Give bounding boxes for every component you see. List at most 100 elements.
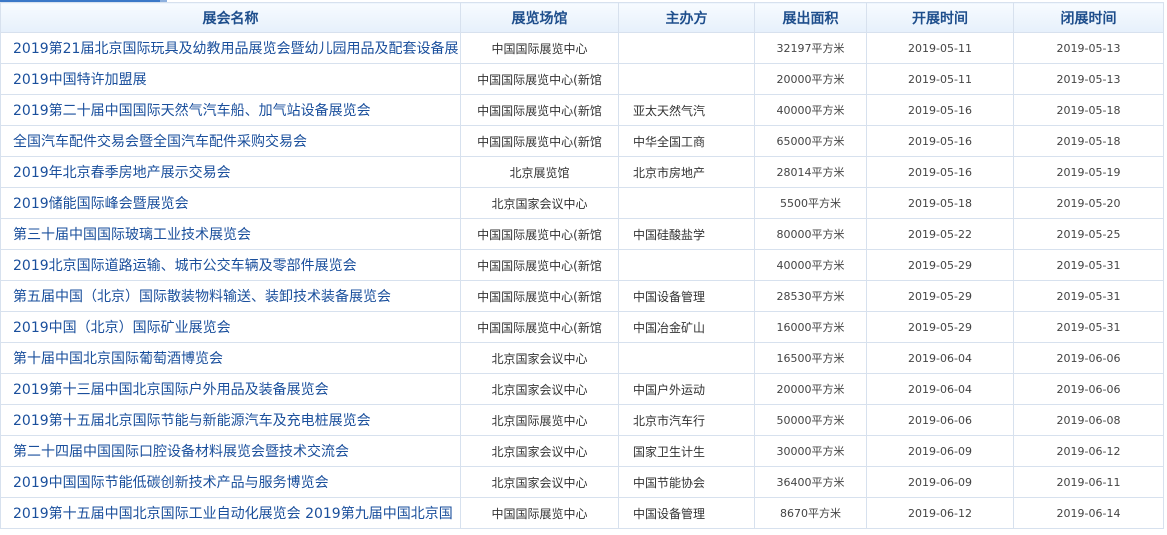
area-cell: 40000平方米 [754,249,867,281]
table-row: 2019第二十届中国国际天然气汽车船、加气站设备展览会 中国国际展览中心(新馆 亚太… [0,94,1164,126]
end-date-cell: 2019-05-25 [1013,218,1164,250]
table-row: 第五届中国（北京）国际散装物料输送、装卸技术装备展览会 中国国际展览中心(新馆 中国… [0,280,1164,312]
venue-cell: 中国国际展览中心(新馆 [460,63,619,95]
end-date-cell: 2019-06-06 [1013,373,1164,405]
table-row: 2019中国特许加盟展 中国国际展览中心(新馆 20000平方米 2019-05-11… [0,63,1164,95]
table-row: 第三十届中国国际玻璃工业技术展览会 中国国际展览中心(新馆 中国硅酸盐学 80000平… [0,218,1164,250]
header-organizer: 主办方 [618,2,755,33]
start-date-cell: 2019-06-04 [866,373,1014,405]
exhibition-name-link[interactable]: 2019第十五届北京国际节能与新能源汽车及充电桩展览会 [0,404,461,436]
exhibition-name-link[interactable]: 第五届中国（北京）国际散装物料输送、装卸技术装备展览会 [0,280,461,312]
organizer-cell: 中国设备管理 [618,497,755,529]
venue-cell: 中国国际展览中心 [460,497,619,529]
venue-cell: 北京国家会议中心 [460,466,619,498]
end-date-cell: 2019-06-12 [1013,435,1164,467]
organizer-cell: 中华全国工商 [618,125,755,157]
table-row: 2019第十五届北京国际节能与新能源汽车及充电桩展览会 北京国际展览中心 北京市汽车… [0,404,1164,436]
table-row: 2019第十三届中国北京国际户外用品及装备展览会 北京国家会议中心 中国户外运动 20… [0,373,1164,405]
organizer-cell: 中国节能协会 [618,466,755,498]
end-date-cell: 2019-06-06 [1013,342,1164,374]
table-row: 2019年北京春季房地产展示交易会 北京展览馆 北京市房地产 28014平方米 2019… [0,156,1164,188]
organizer-cell [618,63,755,95]
area-cell: 16000平方米 [754,311,867,343]
table-body: 2019第21届北京国际玩具及幼教用品展览会暨幼儿园用品及配套设备展 中国国际展览… [0,32,1164,529]
exhibition-name-link[interactable]: 2019中国（北京）国际矿业展览会 [0,311,461,343]
table-row: 2019中国（北京）国际矿业展览会 中国国际展览中心(新馆 中国冶金矿山 16000平… [0,311,1164,343]
start-date-cell: 2019-06-09 [866,466,1014,498]
organizer-cell: 中国冶金矿山 [618,311,755,343]
venue-cell: 北京国际展览中心 [460,404,619,436]
start-date-cell: 2019-06-04 [866,342,1014,374]
area-cell: 30000平方米 [754,435,867,467]
header-end-date: 闭展时间 [1013,2,1164,33]
header-venue: 展览场馆 [460,2,619,33]
end-date-cell: 2019-06-11 [1013,466,1164,498]
start-date-cell: 2019-05-22 [866,218,1014,250]
exhibition-name-link[interactable]: 2019第21届北京国际玩具及幼教用品展览会暨幼儿园用品及配套设备展 [0,32,461,64]
area-cell: 16500平方米 [754,342,867,374]
venue-cell: 北京展览馆 [460,156,619,188]
area-cell: 28014平方米 [754,156,867,188]
exhibition-name-link[interactable]: 2019中国特许加盟展 [0,63,461,95]
table-row: 2019中国国际节能低碳创新技术产品与服务博览会 北京国家会议中心 中国节能协会 36… [0,466,1164,498]
table-row: 第十届中国北京国际葡萄酒博览会 北京国家会议中心 16500平方米 2019-06-0… [0,342,1164,374]
exhibition-name-link[interactable]: 第十届中国北京国际葡萄酒博览会 [0,342,461,374]
venue-cell: 中国国际展览中心 [460,32,619,64]
exhibition-name-link[interactable]: 2019中国国际节能低碳创新技术产品与服务博览会 [0,466,461,498]
organizer-cell: 中国硅酸盐学 [618,218,755,250]
end-date-cell: 2019-05-31 [1013,280,1164,312]
header-row: 展会名称 展览场馆 主办方 展出面积 开展时间 闭展时间 [0,2,1164,33]
area-cell: 65000平方米 [754,125,867,157]
end-date-cell: 2019-05-13 [1013,63,1164,95]
area-cell: 50000平方米 [754,404,867,436]
table-header: 展会名称 展览场馆 主办方 展出面积 开展时间 闭展时间 [0,2,1164,33]
organizer-cell [618,249,755,281]
start-date-cell: 2019-05-11 [866,32,1014,64]
header-start-date: 开展时间 [866,2,1014,33]
start-date-cell: 2019-05-11 [866,63,1014,95]
end-date-cell: 2019-06-14 [1013,497,1164,529]
area-cell: 32197平方米 [754,32,867,64]
exhibition-name-link[interactable]: 全国汽车配件交易会暨全国汽车配件采购交易会 [0,125,461,157]
start-date-cell: 2019-05-16 [866,125,1014,157]
exhibition-name-link[interactable]: 2019北京国际道路运输、城市公交车辆及零部件展览会 [0,249,461,281]
venue-cell: 北京国家会议中心 [460,435,619,467]
area-cell: 20000平方米 [754,373,867,405]
exhibition-name-link[interactable]: 2019年北京春季房地产展示交易会 [0,156,461,188]
start-date-cell: 2019-05-16 [866,156,1014,188]
exhibition-name-link[interactable]: 2019第十三届中国北京国际户外用品及装备展览会 [0,373,461,405]
area-cell: 28530平方米 [754,280,867,312]
start-date-cell: 2019-06-06 [866,404,1014,436]
end-date-cell: 2019-05-31 [1013,311,1164,343]
exhibition-name-link[interactable]: 第二十四届中国国际口腔设备材料展览会暨技术交流会 [0,435,461,467]
table-row: 第二十四届中国国际口腔设备材料展览会暨技术交流会 北京国家会议中心 国家卫生计生 30… [0,435,1164,467]
area-cell: 20000平方米 [754,63,867,95]
exhibition-name-link[interactable]: 2019第二十届中国国际天然气汽车船、加气站设备展览会 [0,94,461,126]
venue-cell: 中国国际展览中心(新馆 [460,125,619,157]
organizer-cell: 北京市汽车行 [618,404,755,436]
end-date-cell: 2019-05-20 [1013,187,1164,219]
venue-cell: 中国国际展览中心(新馆 [460,218,619,250]
start-date-cell: 2019-05-18 [866,187,1014,219]
table-row: 2019北京国际道路运输、城市公交车辆及零部件展览会 中国国际展览中心(新馆 400… [0,249,1164,281]
exhibition-list-page: 展会名称 展览场馆 主办方 展出面积 开展时间 闭展时间 2019第21届北京国… [0,0,1167,535]
exhibition-name-link[interactable]: 第三十届中国国际玻璃工业技术展览会 [0,218,461,250]
start-date-cell: 2019-06-12 [866,497,1014,529]
area-cell: 5500平方米 [754,187,867,219]
start-date-cell: 2019-05-29 [866,311,1014,343]
end-date-cell: 2019-05-13 [1013,32,1164,64]
header-area: 展出面积 [754,2,867,33]
organizer-cell [618,32,755,64]
venue-cell: 中国国际展览中心(新馆 [460,311,619,343]
organizer-cell: 国家卫生计生 [618,435,755,467]
start-date-cell: 2019-05-29 [866,249,1014,281]
organizer-cell: 中国设备管理 [618,280,755,312]
venue-cell: 中国国际展览中心(新馆 [460,94,619,126]
venue-cell: 北京国家会议中心 [460,187,619,219]
start-date-cell: 2019-06-09 [866,435,1014,467]
exhibition-name-link[interactable]: 2019第十五届中国北京国际工业自动化展览会 2019第九届中国北京国 [0,497,461,529]
exhibition-name-link[interactable]: 2019储能国际峰会暨展览会 [0,187,461,219]
area-cell: 40000平方米 [754,94,867,126]
table-row: 2019储能国际峰会暨展览会 北京国家会议中心 5500平方米 2019-05-18 2… [0,187,1164,219]
end-date-cell: 2019-05-31 [1013,249,1164,281]
